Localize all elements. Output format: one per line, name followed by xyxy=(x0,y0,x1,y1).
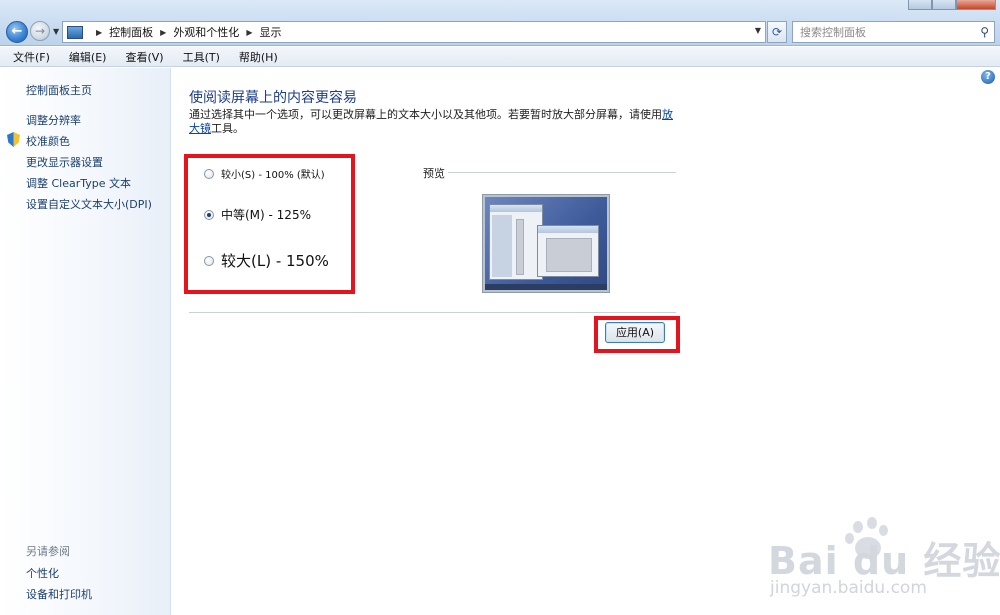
breadcrumb-control-panel[interactable]: 控制面板 xyxy=(109,24,153,40)
apply-button[interactable]: 应用(A) xyxy=(605,322,665,343)
content-divider xyxy=(189,312,676,313)
menu-view[interactable]: 查看(V) xyxy=(122,49,166,65)
breadcrumb-display[interactable]: 显示 xyxy=(259,24,281,40)
watermark-brand: Bai du 经验 xyxy=(768,539,1000,583)
back-arrow-icon[interactable]: ← xyxy=(6,21,28,43)
sidebar-link-calibrate-color[interactable]: 校准颜色 xyxy=(26,133,70,149)
option-smaller[interactable]: 较小(S) - 100% (默认) xyxy=(204,166,325,181)
preview-titlebar xyxy=(538,226,598,233)
watermark-url: jingyan.baidu.com xyxy=(770,578,927,598)
description-text-end: 工具。 xyxy=(211,122,244,135)
control-panel-icon xyxy=(67,25,83,39)
window-controls xyxy=(908,0,996,10)
description-text: 通过选择其中一个选项，可以更改屏幕上的文本大小以及其他项。若要暂时放大部分屏幕，… xyxy=(189,108,662,121)
preview-back-window xyxy=(489,204,543,280)
preview-pane xyxy=(546,238,592,272)
shield-icon xyxy=(7,132,20,147)
sidebar-link-control-panel-home[interactable]: 控制面板主页 xyxy=(26,82,92,98)
preview-taskbar xyxy=(485,284,607,290)
see-also-heading: 另请参阅 xyxy=(26,545,70,558)
option-label: 较小(S) - 100% (默认) xyxy=(221,170,325,181)
preview-divider xyxy=(448,172,676,173)
menu-edit[interactable]: 编辑(E) xyxy=(66,49,110,65)
menu-bar: 文件(F) 编辑(E) 查看(V) 工具(T) 帮助(H) xyxy=(0,47,1000,67)
radio-button[interactable] xyxy=(204,255,214,266)
option-label: 中等(M) - 125% xyxy=(221,208,311,222)
baidu-watermark: Bai du 经验 jingyan.baidu.com xyxy=(762,512,1000,607)
search-placeholder: 搜索控制面板 xyxy=(800,26,866,39)
breadcrumb-appearance[interactable]: 外观和个性化 xyxy=(173,24,239,40)
preview-image xyxy=(483,195,609,292)
option-medium[interactable]: 中等(M) - 125% xyxy=(204,206,311,223)
sidebar-link-devices-printers[interactable]: 设备和打印机 xyxy=(26,586,92,602)
breadcrumb-chevron-icon[interactable]: ▶ xyxy=(246,28,252,37)
refresh-icon[interactable]: ⟳ xyxy=(767,21,787,43)
preview-front-window xyxy=(537,225,599,277)
sidebar-link-adjust-resolution[interactable]: 调整分辨率 xyxy=(26,112,81,128)
recent-pages-chevron-icon[interactable]: ▼ xyxy=(53,27,59,36)
menu-file[interactable]: 文件(F) xyxy=(10,49,53,65)
menu-help[interactable]: 帮助(H) xyxy=(236,49,281,65)
option-larger[interactable]: 较大(L) - 150% xyxy=(204,250,329,271)
maximize-button[interactable] xyxy=(932,0,956,10)
page-description: 通过选择其中一个选项，可以更改屏幕上的文本大小以及其他项。若要暂时放大部分屏幕，… xyxy=(189,108,679,136)
radio-button-selected[interactable] xyxy=(204,209,214,220)
sidebar-link-display-settings[interactable]: 更改显示器设置 xyxy=(26,154,103,170)
task-pane: 控制面板主页 调整分辨率 校准颜色 更改显示器设置 调整 ClearType 文… xyxy=(0,68,171,615)
radio-button[interactable] xyxy=(204,168,214,179)
sidebar-link-custom-dpi[interactable]: 设置自定义文本大小(DPI) xyxy=(26,196,152,212)
address-dropdown-icon[interactable]: ▼ xyxy=(755,26,761,35)
address-bar-area: ← → ▼ ▶ 控制面板 ▶ 外观和个性化 ▶ 显示 ▼ ⟳ 搜索控制面板 ⚲ xyxy=(0,0,1000,46)
sidebar-link-personalization[interactable]: 个性化 xyxy=(26,565,59,581)
help-icon[interactable]: ? xyxy=(981,70,995,84)
close-button[interactable] xyxy=(956,0,996,10)
address-field[interactable]: ▶ 控制面板 ▶ 外观和个性化 ▶ 显示 ▼ xyxy=(62,21,766,43)
preview-pane xyxy=(516,219,524,275)
search-input[interactable]: 搜索控制面板 ⚲ xyxy=(792,21,995,43)
preview-titlebar xyxy=(490,205,542,212)
preview-sidebar xyxy=(492,215,512,277)
breadcrumb-chevron-icon[interactable]: ▶ xyxy=(96,28,102,37)
option-label: 较大(L) - 150% xyxy=(221,252,329,270)
menu-tools[interactable]: 工具(T) xyxy=(180,49,223,65)
sidebar-link-cleartype[interactable]: 调整 ClearType 文本 xyxy=(26,175,131,191)
breadcrumb-chevron-icon[interactable]: ▶ xyxy=(160,28,166,37)
search-icon[interactable]: ⚲ xyxy=(980,25,989,39)
preview-label: 预览 xyxy=(423,167,445,180)
page-title: 使阅读屏幕上的内容更容易 xyxy=(189,90,357,106)
minimize-button[interactable] xyxy=(908,0,932,10)
forward-arrow-icon[interactable]: → xyxy=(30,21,50,41)
